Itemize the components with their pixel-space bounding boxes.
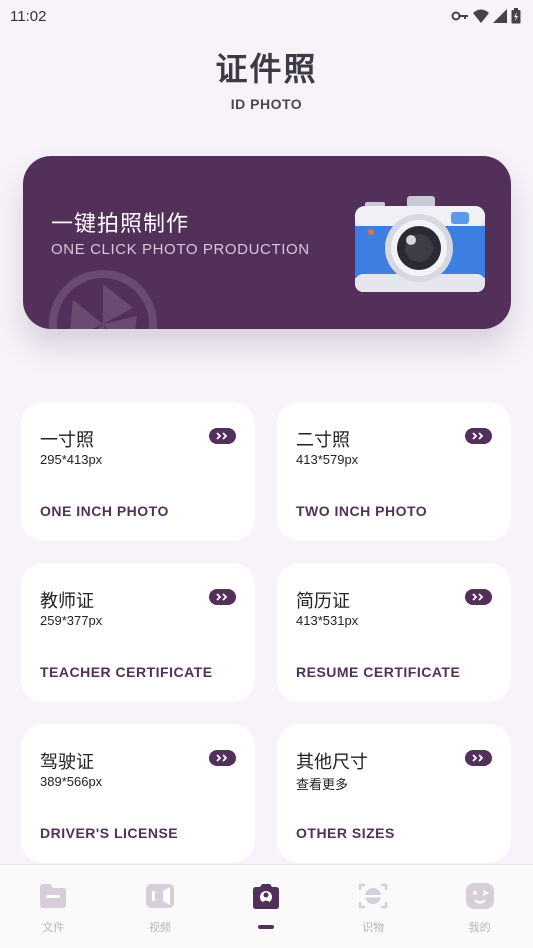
card-size: 259*377px	[40, 613, 103, 628]
card-english-label: ONE INCH PHOTO	[40, 503, 169, 519]
wifi-icon	[473, 9, 489, 23]
card-english-label: TEACHER CERTIFICATE	[40, 664, 213, 680]
double-chevron-right-icon	[465, 589, 492, 605]
status-time: 11:02	[10, 7, 47, 25]
card-english-label: RESUME CERTIFICATE	[296, 664, 461, 680]
camera-illustration-icon	[351, 190, 487, 298]
key-icon	[451, 9, 469, 23]
card-size: 389*566px	[40, 774, 103, 789]
card-title: 其他尺寸	[296, 752, 368, 773]
scan-icon	[358, 881, 388, 911]
nav-item-video[interactable]: 视频	[107, 865, 214, 948]
card-resume-certificate[interactable]: 简历证 413*531px RESUME CERTIFICATE	[277, 563, 511, 702]
nav-item-camera[interactable]	[213, 865, 320, 948]
card-teacher-certificate[interactable]: 教师证 259*377px TEACHER CERTIFICATE	[21, 563, 255, 702]
status-icons	[451, 8, 521, 24]
card-english-label: TWO INCH PHOTO	[296, 503, 428, 519]
card-title: 二寸照	[296, 430, 350, 451]
bottom-nav: 文件 视频 识物 我的	[0, 864, 533, 948]
active-tab-indicator	[258, 925, 275, 929]
page-title: 证件照	[215, 50, 318, 88]
signal-icon	[493, 9, 507, 23]
nav-item-files[interactable]: 文件	[0, 865, 107, 948]
card-english-label: DRIVER'S LICENSE	[40, 825, 179, 841]
card-size: 查看更多	[296, 777, 349, 792]
banner-title: 一键拍照制作	[51, 212, 190, 237]
card-title: 简历证	[296, 591, 350, 612]
double-chevron-right-icon	[209, 428, 236, 444]
nav-item-profile[interactable]: 我的	[426, 865, 533, 948]
nav-item-identify[interactable]: 识物	[320, 865, 427, 948]
double-chevron-right-icon	[465, 750, 492, 766]
double-chevron-right-icon	[209, 750, 236, 766]
banner-subtitle: ONE CLICK PHOTO PRODUCTION	[51, 241, 310, 258]
nav-label: 文件	[42, 921, 65, 934]
card-drivers-license[interactable]: 驾驶证 389*566px DRIVER'S LICENSE	[21, 724, 255, 863]
nav-label: 我的	[468, 921, 491, 934]
nav-label: 视频	[148, 921, 171, 934]
card-english-label: OTHER SIZES	[296, 825, 395, 841]
video-icon	[145, 881, 175, 911]
profile-icon	[465, 881, 495, 911]
card-one-inch-photo[interactable]: 一寸照 295*413px ONE INCH PHOTO	[21, 402, 255, 541]
folder-icon	[38, 881, 68, 911]
aperture-icon	[47, 268, 159, 329]
battery-icon	[511, 8, 521, 24]
double-chevron-right-icon	[465, 428, 492, 444]
page-subtitle: ID PHOTO	[230, 96, 303, 112]
card-size: 413*531px	[296, 613, 359, 628]
card-size: 295*413px	[40, 452, 103, 467]
card-size: 413*579px	[296, 452, 359, 467]
nav-label: 识物	[362, 921, 385, 934]
card-title: 驾驶证	[40, 752, 94, 773]
card-two-inch-photo[interactable]: 二寸照 413*579px TWO INCH PHOTO	[277, 402, 511, 541]
card-title: 一寸照	[40, 430, 94, 451]
double-chevron-right-icon	[209, 589, 236, 605]
card-other-sizes[interactable]: 其他尺寸 查看更多 OTHER SIZES	[277, 724, 511, 863]
card-title: 教师证	[40, 591, 94, 612]
one-click-photo-banner[interactable]: 一键拍照制作 ONE CLICK PHOTO PRODUCTION	[23, 156, 511, 329]
status-bar: 11:02	[0, 0, 533, 32]
camera-icon	[251, 881, 281, 911]
